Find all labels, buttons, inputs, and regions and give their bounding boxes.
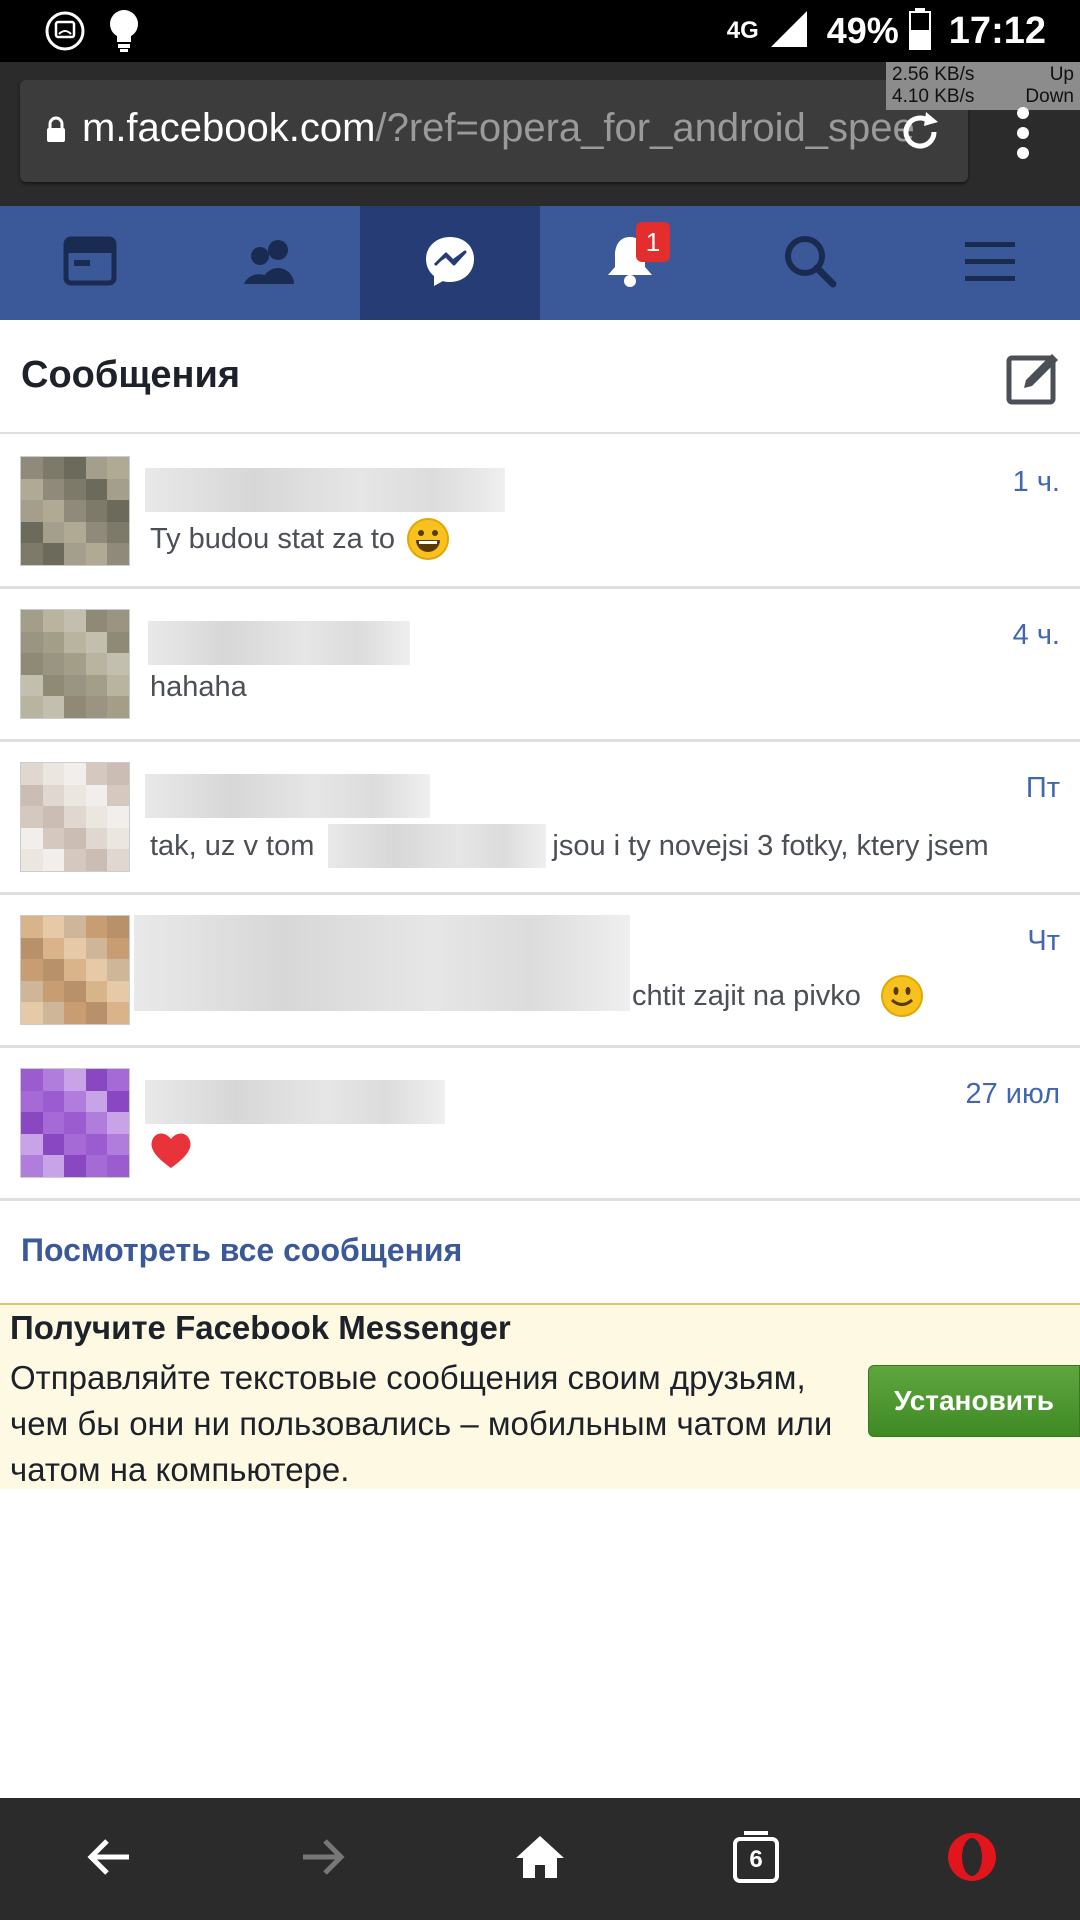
thread-time: Чт <box>1027 925 1060 957</box>
battery-icon <box>908 7 931 55</box>
speed-up-value: 2.56 KB/s <box>892 64 975 85</box>
tab-count: 6 <box>749 1846 763 1873</box>
lightbulb-icon <box>108 8 140 59</box>
snippet-text: chtit zajit na pivko <box>632 979 861 1012</box>
tab-search[interactable] <box>720 206 900 320</box>
overflow-menu-icon[interactable] <box>1016 106 1030 165</box>
thread-snippet: hahaha <box>150 671 247 704</box>
tab-messages[interactable] <box>360 206 540 320</box>
network-speed-overlay: 2.56 KB/s Up 4.10 KB/s Down <box>886 62 1080 110</box>
red-heart-icon <box>150 1130 192 1178</box>
avatar <box>20 456 130 566</box>
see-all-messages-link[interactable]: Посмотреть все сообщения <box>21 1232 462 1269</box>
avatar <box>20 762 130 872</box>
search-icon <box>783 234 837 293</box>
snippet-text: hahaha <box>150 671 247 703</box>
status-bar: 4G 49% 17:12 <box>0 0 1080 62</box>
redacted-name <box>148 621 410 665</box>
slightly-smiling-face-icon <box>880 975 923 1017</box>
thread-snippet <box>150 1130 192 1178</box>
url-text[interactable]: m.facebook.com/?ref=opera_for_android_sp… <box>82 106 915 151</box>
messenger-promo: Получите Facebook Messenger Отправляйте … <box>0 1303 1080 1489</box>
home-button[interactable] <box>432 1798 648 1920</box>
redacted-text <box>328 824 547 868</box>
thread-row[interactable]: hahaha 4 ч. <box>0 589 1080 742</box>
tab-notifications[interactable]: 1 <box>540 206 720 320</box>
clock: 17:12 <box>948 9 1046 52</box>
facebook-nav-bar: 1 <box>0 206 1080 320</box>
speed-up-label: Up <box>1049 64 1074 85</box>
speed-down-value: 4.10 KB/s <box>892 86 975 107</box>
hamburger-menu-icon <box>965 240 1015 287</box>
avatar <box>20 1068 130 1178</box>
thread-snippet: Ty budou stat za to <box>150 518 450 560</box>
browser-toolbar: m.facebook.com/?ref=opera_for_android_sp… <box>0 62 1080 206</box>
thread-time: Пт <box>1025 772 1060 804</box>
opera-menu-button[interactable] <box>864 1798 1080 1920</box>
news-feed-icon <box>63 236 117 291</box>
redacted-name <box>145 1080 445 1124</box>
browser-bottom-bar: 6 <box>0 1798 1080 1920</box>
thread-time: 4 ч. <box>1012 619 1060 651</box>
snippet-text-start: tak, uz v tom <box>150 829 315 862</box>
redacted-name <box>145 774 430 818</box>
redacted-name <box>145 468 505 512</box>
page-title: Сообщения <box>21 354 241 396</box>
tabs-button[interactable]: 6 <box>648 1798 864 1920</box>
url-path: /?ref=opera_for_android_spee <box>375 106 915 150</box>
tab-news-feed[interactable] <box>0 206 180 320</box>
thread-snippet: tak, uz v tom jsou i ty novejsi 3 fotky,… <box>150 824 989 868</box>
thread-row[interactable]: chtit zajit na pivko Чт <box>0 895 1080 1048</box>
back-button[interactable] <box>0 1798 216 1920</box>
home-icon <box>514 1834 566 1885</box>
thread-time: 27 июл <box>965 1078 1060 1110</box>
grinning-face-icon <box>407 518 450 560</box>
thread-row[interactable]: 27 июл <box>0 1048 1080 1201</box>
battery-percent: 49% <box>826 10 899 51</box>
promo-body: Отправляйте текстовые сообщения своим др… <box>10 1359 833 1488</box>
screen-cast-icon <box>44 10 86 57</box>
tab-friends[interactable] <box>180 206 360 320</box>
compose-icon[interactable] <box>1006 350 1062 406</box>
snippet-text-end: jsou i ty novejsi 3 fotky, ktery jsem <box>552 829 989 862</box>
speed-down-label: Down <box>1025 86 1074 107</box>
friends-icon <box>242 238 298 289</box>
forward-button[interactable] <box>216 1798 432 1920</box>
messages-header: Сообщения <box>0 320 1080 434</box>
thread-time: 1 ч. <box>1012 466 1060 498</box>
redacted-name-and-text <box>134 915 630 1011</box>
url-host: m.facebook.com <box>82 106 376 150</box>
install-button[interactable]: Установить <box>868 1365 1080 1437</box>
opera-logo-icon <box>946 1831 998 1888</box>
reload-icon[interactable] <box>896 108 944 161</box>
signal-icon <box>767 7 811 56</box>
avatar <box>20 609 130 719</box>
avatar <box>20 915 130 1025</box>
thread-snippet: chtit zajit na pivko <box>632 975 923 1017</box>
thread-row[interactable]: tak, uz v tom jsou i ty novejsi 3 fotky,… <box>0 742 1080 895</box>
notification-badge: 1 <box>636 222 670 262</box>
arrow-right-icon <box>301 1837 347 1882</box>
tab-menu[interactable] <box>900 206 1080 320</box>
thread-row[interactable]: Ty budou stat za to 1 ч. <box>0 436 1080 589</box>
promo-title: Получите Facebook Messenger <box>10 1309 511 1346</box>
snippet-text: Ty budou stat za to <box>150 522 396 555</box>
lock-icon <box>46 116 66 149</box>
arrow-left-icon <box>85 1837 131 1882</box>
messenger-icon <box>423 234 477 293</box>
network-type: 4G <box>726 17 759 44</box>
address-bar[interactable]: m.facebook.com/?ref=opera_for_android_sp… <box>20 80 968 182</box>
